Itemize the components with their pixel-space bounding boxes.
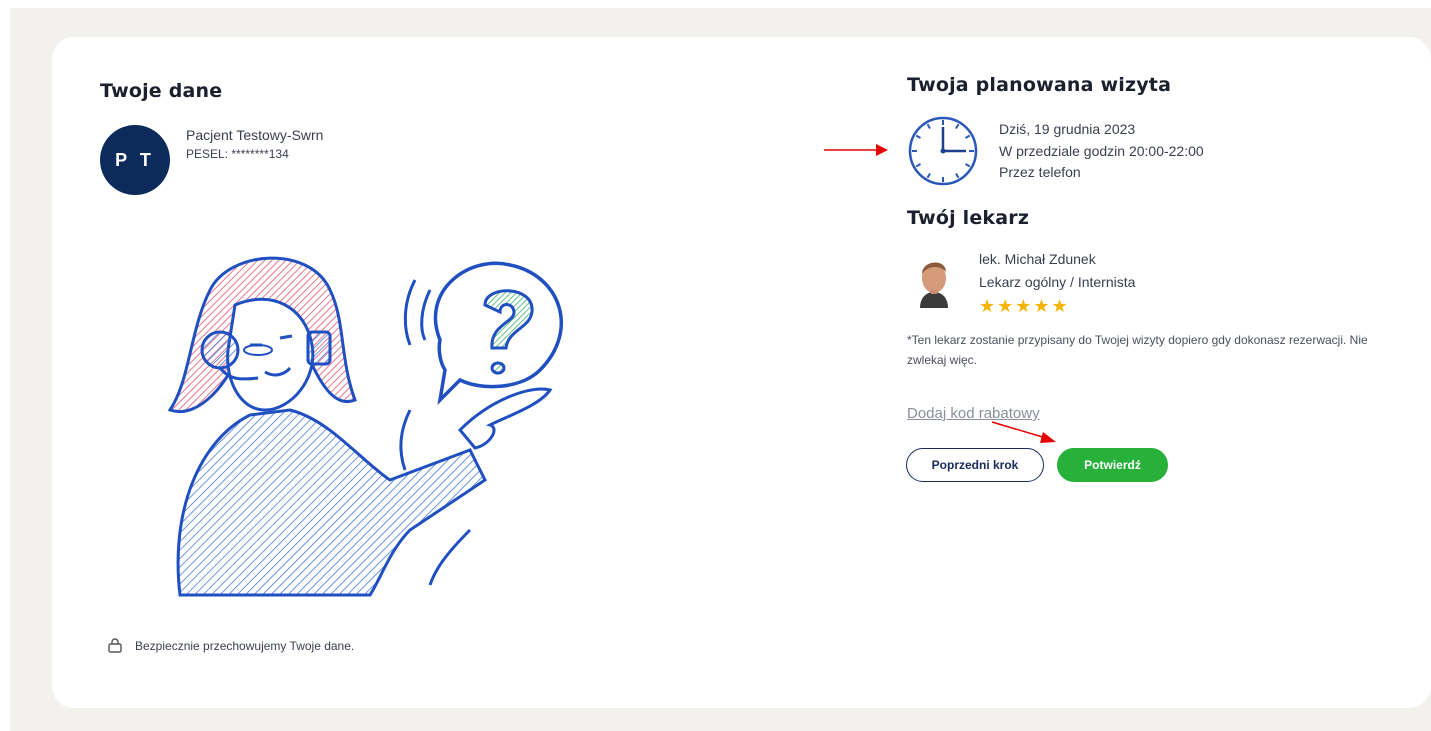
clock-icon <box>908 116 978 186</box>
visit-time-range: W przedziale godzin 20:00-22:00 <box>999 143 1204 159</box>
patient-avatar: P T <box>100 125 170 195</box>
your-data-title: Twoje dane <box>100 80 223 102</box>
visit-channel: Przez telefon <box>999 164 1081 180</box>
visit-date: Dziś, 19 grudnia 2023 <box>999 121 1136 137</box>
doctor-name: lek. Michał Zdunek <box>979 251 1096 267</box>
previous-step-button[interactable]: Poprzedni krok <box>906 448 1044 482</box>
doctor-photo <box>914 252 954 308</box>
patient-pesel: PESEL: ********134 <box>186 147 289 161</box>
your-doctor-title: Twój lekarz <box>907 207 1030 229</box>
support-agent-illustration <box>167 256 563 597</box>
patient-name: Pacjent Testowy-Swrn <box>186 127 324 143</box>
add-discount-code-link[interactable]: Dodaj kod rabatowy <box>907 405 1040 422</box>
security-note: Bezpiecznie przechowujemy Twoje dane. <box>135 639 355 653</box>
doctor-assignment-note: *Ten lekarz zostanie przypisany do Twoje… <box>907 333 1368 367</box>
doctor-specialty: Lekarz ogólny / Internista <box>979 274 1136 290</box>
planned-visit-title: Twoja planowana wizyta <box>907 74 1172 96</box>
confirm-button[interactable]: Potwierdź <box>1057 448 1168 482</box>
lock-icon <box>108 638 122 653</box>
doctor-rating-stars: ★★★★★ <box>979 296 1070 316</box>
